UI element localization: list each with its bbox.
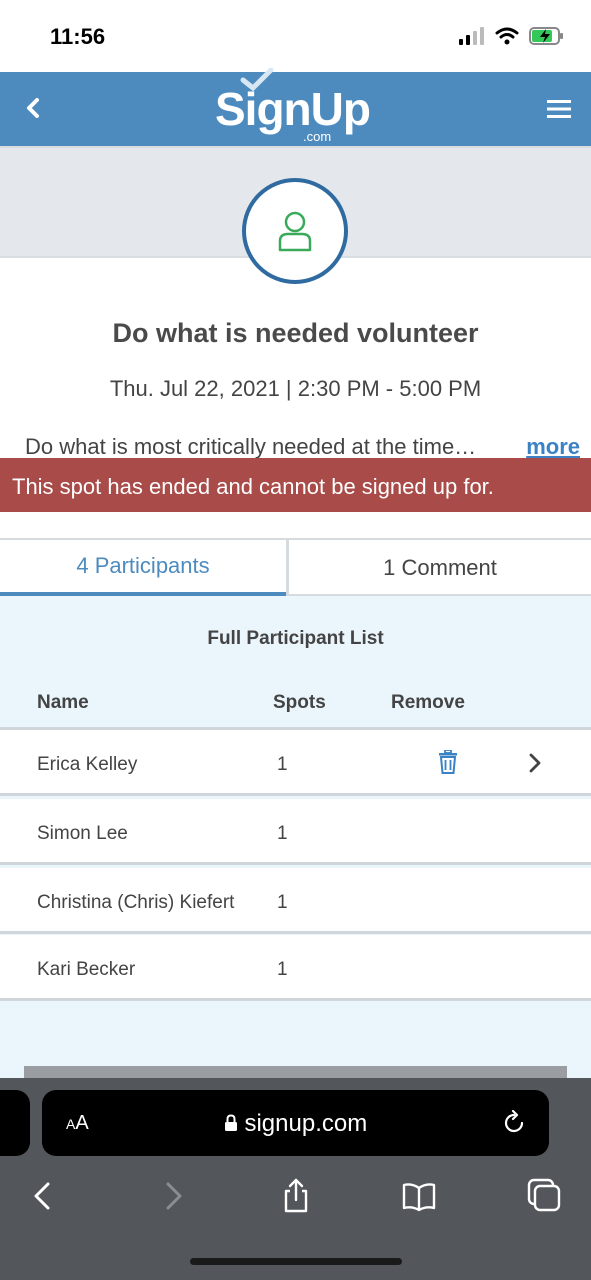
- hamburger-menu-icon[interactable]: [547, 99, 571, 119]
- browser-toolbar: AA signup.com: [0, 1078, 591, 1280]
- event-description: Do what is most critically needed at the…: [25, 434, 477, 459]
- participant-spots: 1: [277, 959, 288, 980]
- column-header-spots: Spots: [273, 692, 326, 713]
- reload-icon[interactable]: [501, 1110, 527, 1136]
- participant-list-title: Full Participant List: [207, 628, 384, 649]
- previous-tab-preview[interactable]: [0, 1090, 30, 1156]
- column-header-remove: Remove: [391, 692, 465, 713]
- tab-comments[interactable]: 1 Comment: [286, 540, 591, 596]
- avatar: [242, 178, 348, 284]
- table-row[interactable]: Christina (Chris) Kiefert 1: [0, 868, 591, 934]
- home-indicator: [190, 1258, 402, 1265]
- bookmarks-icon[interactable]: [401, 1178, 437, 1214]
- signup-logo[interactable]: SignUp .com: [215, 68, 385, 144]
- column-header-name: Name: [37, 692, 89, 713]
- back-arrow-icon[interactable]: [18, 92, 50, 124]
- status-icons: [459, 26, 565, 46]
- browser-back-icon[interactable]: [26, 1178, 62, 1214]
- tab-participants[interactable]: 4 Participants: [0, 540, 286, 596]
- trash-icon[interactable]: [437, 750, 459, 774]
- wifi-icon: [495, 27, 519, 45]
- cellular-signal-icon: [459, 27, 484, 45]
- tab-bar: 4 Participants 1 Comment: [0, 538, 591, 596]
- participant-name: Erica Kelley: [37, 754, 138, 775]
- ended-alert-banner: This spot has ended and cannot be signed…: [0, 458, 591, 512]
- person-icon: [278, 211, 312, 252]
- url-display[interactable]: signup.com: [42, 1110, 549, 1138]
- share-icon[interactable]: [278, 1178, 314, 1214]
- battery-charging-icon: [529, 27, 563, 45]
- participant-name: Kari Becker: [37, 959, 136, 980]
- url-text: signup.com: [244, 1110, 368, 1137]
- participant-name: Christina (Chris) Kiefert: [37, 892, 235, 913]
- logo-subtext: .com: [303, 129, 332, 144]
- participant-spots: 1: [277, 754, 288, 775]
- table-row[interactable]: Simon Lee 1: [0, 799, 591, 865]
- status-bar: 11:56: [0, 0, 591, 72]
- lock-icon: [224, 1114, 237, 1131]
- tabs-icon[interactable]: [527, 1178, 563, 1214]
- app-header: SignUp .com: [0, 68, 591, 146]
- chevron-right-icon[interactable]: [526, 752, 544, 774]
- event-datetime: Thu. Jul 22, 2021 | 2:30 PM - 5:00 PM: [109, 376, 482, 401]
- status-time: 11:56: [50, 24, 106, 49]
- event-title: Do what is needed volunteer: [112, 318, 479, 348]
- browser-forward-icon[interactable]: [154, 1178, 190, 1214]
- logo-text: SignUp: [215, 83, 371, 135]
- participant-spots: 1: [277, 823, 288, 844]
- table-row[interactable]: Kari Becker 1: [0, 935, 591, 1001]
- address-bar[interactable]: AA signup.com: [42, 1090, 549, 1156]
- table-row[interactable]: Erica Kelley 1: [0, 730, 591, 796]
- more-link[interactable]: more: [526, 434, 580, 460]
- participant-list-panel: Full Participant List Name Spots Remove …: [0, 596, 591, 1080]
- participant-spots: 1: [277, 892, 288, 913]
- participant-name: Simon Lee: [37, 823, 128, 844]
- page-scroll-indicator: [24, 1066, 567, 1078]
